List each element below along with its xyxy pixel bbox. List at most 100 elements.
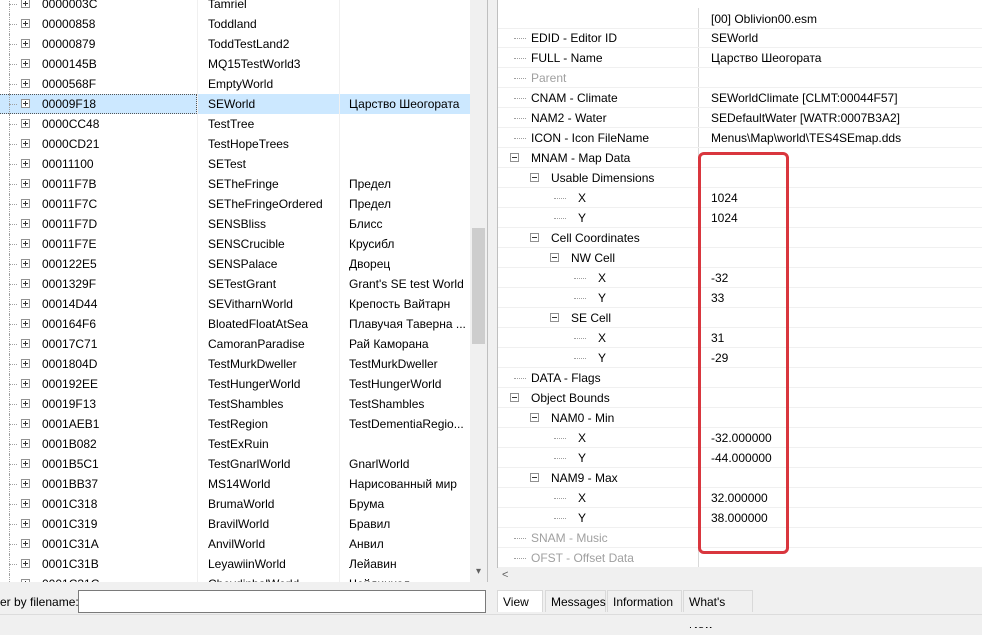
record-editor-id: TestShambles	[208, 397, 284, 411]
record-view-horizontal-scrollbar[interactable]: <	[497, 568, 982, 584]
tree-line	[9, 264, 17, 265]
record-row[interactable]: 00019F13 TestShambles TestShambles	[0, 394, 470, 414]
record-row[interactable]: 00011F7D SENSBliss Блисс	[0, 214, 470, 234]
collapse-minus-icon[interactable]	[510, 393, 519, 402]
expand-plus-icon[interactable]	[21, 339, 30, 348]
record-field-row[interactable]: NAM2 - Water SEDefaultWater [WATR:0007B3A…	[498, 108, 982, 128]
collapse-minus-icon[interactable]	[530, 473, 539, 482]
expand-plus-icon[interactable]	[21, 239, 30, 248]
expand-plus-icon[interactable]	[21, 99, 30, 108]
record-row[interactable]: 0001C319 BravilWorld Бравил	[0, 514, 470, 534]
record-row[interactable]: 0000CD21 TestHopeTrees	[0, 134, 470, 154]
tab-view[interactable]: View	[497, 590, 543, 612]
filter-by-filename-input[interactable]	[78, 590, 486, 613]
field-value[interactable]: SEWorldClimate [CLMT:00044F57]	[711, 88, 898, 108]
expand-plus-icon[interactable]	[21, 219, 30, 228]
expand-plus-icon[interactable]	[21, 199, 30, 208]
record-row[interactable]: 0001C31A AnvilWorld Анвил	[0, 534, 470, 554]
record-row[interactable]: 00017C71 CamoranParadise Рай Каморана	[0, 334, 470, 354]
expand-plus-icon[interactable]	[21, 459, 30, 468]
record-field-row[interactable]: EDID - Editor ID SEWorld	[498, 28, 982, 48]
field-label: Y	[578, 511, 587, 525]
record-row[interactable]: 00000858 Toddland	[0, 14, 470, 34]
column-divider[interactable]	[197, 0, 198, 582]
expand-plus-icon[interactable]	[21, 379, 30, 388]
record-row[interactable]: 00000879 ToddTestLand2	[0, 34, 470, 54]
tab-information[interactable]: Information	[607, 590, 682, 612]
tab-messages[interactable]: Messages	[545, 590, 606, 612]
field-value[interactable]: Царство Шеогората	[711, 48, 821, 68]
expand-plus-icon[interactable]	[21, 359, 30, 368]
record-row[interactable]: 000122E5 SENSPalace Дворец	[0, 254, 470, 274]
record-form-id: 0001C31C	[42, 574, 99, 582]
field-value[interactable]: SEWorld	[711, 28, 758, 48]
field-value[interactable]: Menus\Map\world\TES4SEmap.dds	[711, 128, 901, 148]
column-divider[interactable]	[339, 0, 340, 582]
records-vertical-scrollbar[interactable]: ▾	[470, 0, 487, 582]
expand-plus-icon[interactable]	[21, 119, 30, 128]
record-row[interactable]: 00011F7B SETheFringe Предел	[0, 174, 470, 194]
scrollbar-thumb[interactable]	[472, 228, 485, 344]
record-full-name: Предел	[349, 177, 391, 191]
record-row[interactable]: 0001B5C1 TestGnarlWorld GnarlWorld	[0, 454, 470, 474]
record-row[interactable]: 00011F7C SETheFringeOrdered Предел	[0, 194, 470, 214]
record-row[interactable]: 0001BB37 MS14World Нарисованный мир	[0, 474, 470, 494]
expand-plus-icon[interactable]	[21, 299, 30, 308]
expand-plus-icon[interactable]	[21, 479, 30, 488]
expand-plus-icon[interactable]	[21, 399, 30, 408]
record-row[interactable]: 0001B082 TestExRuin	[0, 434, 470, 454]
collapse-minus-icon[interactable]	[530, 233, 539, 242]
record-row[interactable]: 00009F18 SEWorld Царство Шеогората	[0, 94, 470, 114]
expand-plus-icon[interactable]	[21, 139, 30, 148]
record-row[interactable]: 0000CC48 TestTree	[0, 114, 470, 134]
expand-plus-icon[interactable]	[21, 179, 30, 188]
scroll-down-icon[interactable]: ▾	[473, 566, 484, 578]
expand-plus-icon[interactable]	[21, 79, 30, 88]
record-row[interactable]: 00014D44 SEVitharnWorld Крепость Вайтарн	[0, 294, 470, 314]
record-form-id: 00011F7C	[42, 197, 98, 211]
expand-plus-icon[interactable]	[21, 419, 30, 428]
records-tree-panel[interactable]: 0000003C Tamriel 00000858 Toddland 00000879 T…	[0, 0, 488, 582]
expand-plus-icon[interactable]	[21, 559, 30, 568]
collapse-minus-icon[interactable]	[550, 253, 559, 262]
expand-plus-icon[interactable]	[21, 439, 30, 448]
record-field-row[interactable]: FULL - Name Царство Шеогората	[498, 48, 982, 68]
record-row[interactable]: 0001329F SETestGrant Grant's SE test World	[0, 274, 470, 294]
record-row[interactable]: 0001C318 BrumaWorld Брума	[0, 494, 470, 514]
record-row[interactable]: 0000003C Tamriel	[0, 0, 470, 14]
expand-plus-icon[interactable]	[21, 539, 30, 548]
record-row[interactable]: 00011F7E SENSCrucible Крусибл	[0, 234, 470, 254]
record-row[interactable]: 000164F6 BloatedFloatAtSea Плавучая Таверн…	[0, 314, 470, 334]
expand-plus-icon[interactable]	[21, 0, 30, 8]
record-row[interactable]: 00011100 SETest	[0, 154, 470, 174]
expand-plus-icon[interactable]	[21, 579, 30, 582]
expand-plus-icon[interactable]	[21, 519, 30, 528]
collapse-minus-icon[interactable]	[530, 413, 539, 422]
record-field-row[interactable]: ICON - Icon FileName Menus\Map\world\TES4…	[498, 128, 982, 148]
scroll-left-icon[interactable]: <	[502, 569, 508, 581]
record-row[interactable]: 0000568F EmptyWorld	[0, 74, 470, 94]
record-field-row[interactable]: CNAM - Climate SEWorldClimate [CLMT:00044…	[498, 88, 982, 108]
tab-what-s-new[interactable]: What's New	[683, 590, 753, 631]
record-row[interactable]: 0001804D TestMurkDweller TestMurkDweller	[0, 354, 470, 374]
field-value[interactable]: SEDefaultWater [WATR:0007B3A2]	[711, 108, 900, 128]
expand-plus-icon[interactable]	[21, 319, 30, 328]
expand-plus-icon[interactable]	[21, 159, 30, 168]
expand-plus-icon[interactable]	[21, 259, 30, 268]
expand-plus-icon[interactable]	[21, 499, 30, 508]
record-row[interactable]: 0001C31B LeyawiinWorld Лейавин	[0, 554, 470, 574]
record-row[interactable]: 0000145B MQ15TestWorld3	[0, 54, 470, 74]
expand-plus-icon[interactable]	[21, 59, 30, 68]
record-row[interactable]: 0001C31C CheydinhalWorld Чейдинхол	[0, 574, 470, 582]
collapse-minus-icon[interactable]	[510, 153, 519, 162]
collapse-minus-icon[interactable]	[530, 173, 539, 182]
record-row[interactable]: 000192EE TestHungerWorld TestHungerWorld	[0, 374, 470, 394]
record-editor-id: SETheFringe	[208, 177, 279, 191]
expand-plus-icon[interactable]	[21, 39, 30, 48]
record-field-row[interactable]: Parent	[498, 68, 982, 88]
collapse-minus-icon[interactable]	[550, 313, 559, 322]
record-row[interactable]: 0001AEB1 TestRegion TestDementiaRegio...	[0, 414, 470, 434]
record-editor-id: TestHungerWorld	[208, 377, 301, 391]
expand-plus-icon[interactable]	[21, 279, 30, 288]
expand-plus-icon[interactable]	[21, 19, 30, 28]
